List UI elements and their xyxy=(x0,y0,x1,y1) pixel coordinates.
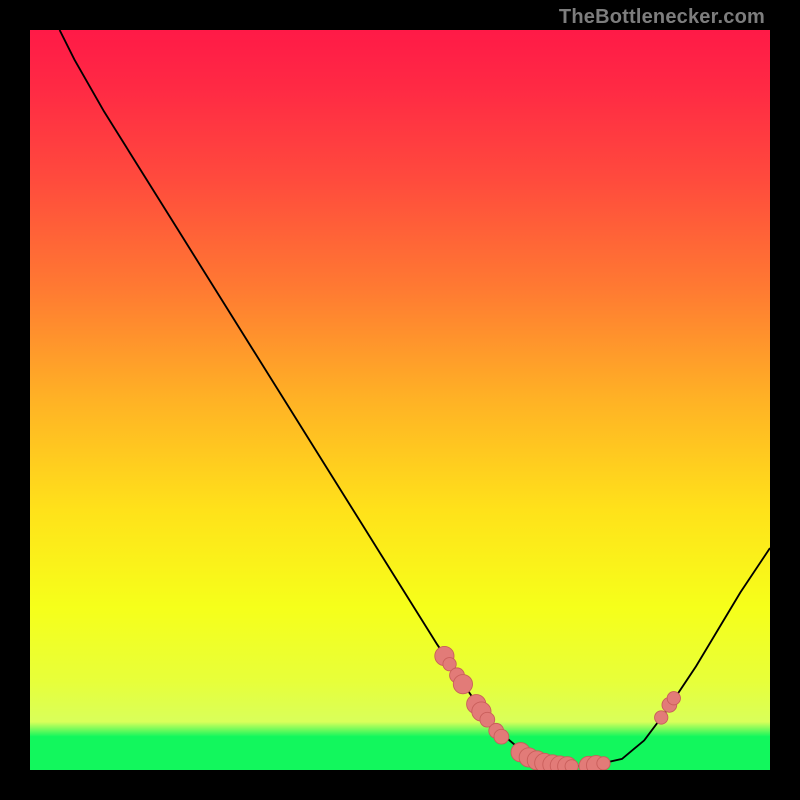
curve-marker xyxy=(565,760,578,770)
curve-marker xyxy=(655,711,668,724)
page-root: TheBottlenecker.com xyxy=(0,0,800,800)
plot-overlay xyxy=(30,30,770,770)
curve-marker xyxy=(494,729,509,744)
curve-marker xyxy=(597,757,610,770)
attribution-text: TheBottlenecker.com xyxy=(559,6,765,29)
curve-marker xyxy=(667,692,680,705)
bottleneck-curve xyxy=(60,30,770,766)
plot-area xyxy=(30,30,770,770)
curve-markers xyxy=(435,646,681,770)
curve-marker xyxy=(453,675,472,694)
